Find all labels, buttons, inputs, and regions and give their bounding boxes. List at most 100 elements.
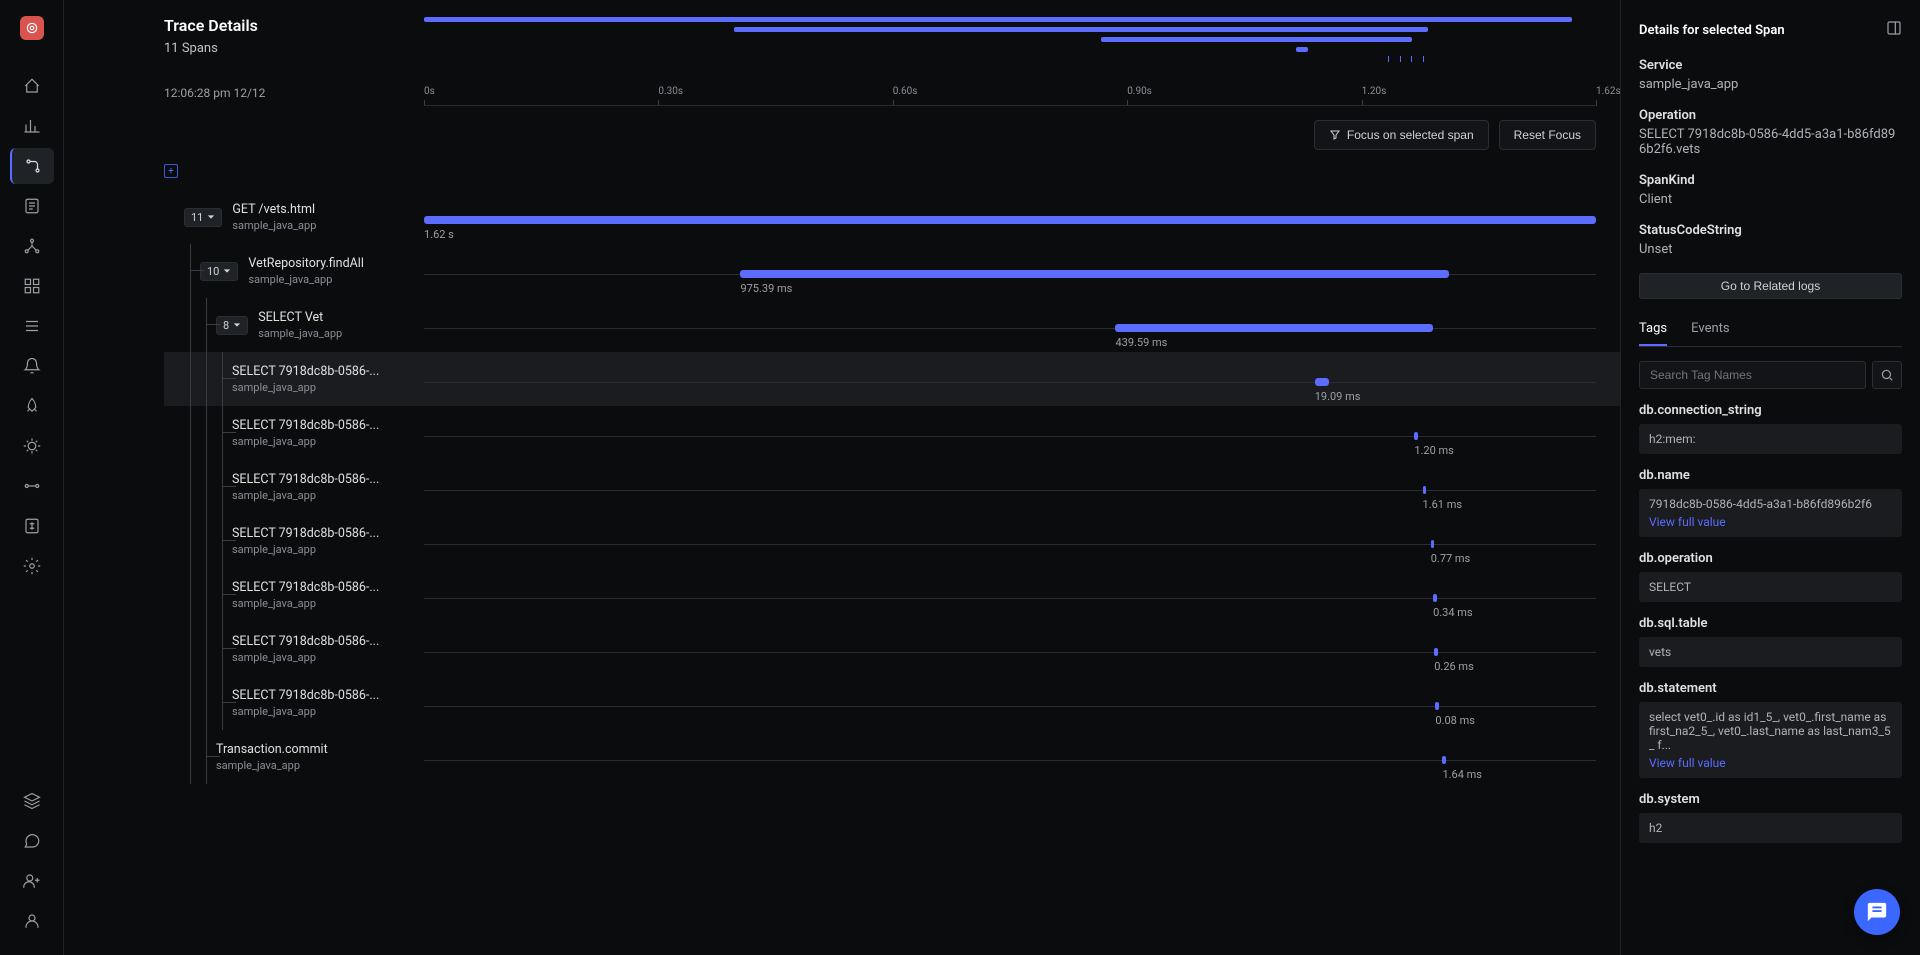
tag-key: db.sql.table <box>1639 616 1902 631</box>
nav-chat-icon[interactable] <box>10 823 54 859</box>
tag-key: db.connection_string <box>1639 403 1902 418</box>
span-duration: 1.62 s <box>424 228 454 241</box>
ruler-tick: 0.90s <box>1127 86 1152 97</box>
operation-label: Operation <box>1639 108 1902 123</box>
span-bar[interactable] <box>1414 432 1418 440</box>
tab-events[interactable]: Events <box>1691 313 1729 346</box>
span-row[interactable]: SELECT 7918dc8b-0586-... sample_java_app 0… <box>164 622 1620 676</box>
ruler-tick: 1.62s <box>1596 86 1620 97</box>
span-duration: 0.26 ms <box>1434 660 1474 673</box>
span-service: sample_java_app <box>232 705 379 718</box>
tag-value: h2 <box>1639 813 1902 843</box>
span-row[interactable]: 10 VetRepository.findAllsample_java_app9… <box>164 244 1620 298</box>
focus-span-button[interactable]: Focus on selected span <box>1314 120 1489 150</box>
tag-key: db.name <box>1639 468 1902 483</box>
span-duration: 0.08 ms <box>1435 714 1475 727</box>
span-bar[interactable] <box>1433 594 1437 602</box>
span-row[interactable]: SELECT 7918dc8b-0586-...sample_java_app0… <box>164 514 1620 568</box>
span-bar[interactable] <box>424 216 1596 224</box>
span-bar[interactable] <box>1423 486 1427 494</box>
nav-user-icon[interactable] <box>10 903 54 939</box>
spankind-label: SpanKind <box>1639 173 1902 188</box>
span-service: sample_java_app <box>232 435 379 448</box>
sidebar <box>0 0 64 955</box>
span-bar[interactable] <box>1315 378 1329 386</box>
span-bar[interactable] <box>1435 702 1439 710</box>
span-bar[interactable] <box>740 270 1449 278</box>
nav-services-icon[interactable] <box>10 228 54 264</box>
span-tree: + 11 GET /vets.htmlsample_java_app1.62 s… <box>64 164 1620 955</box>
trace-header: Trace Details 11 Spans <box>64 0 1620 66</box>
nav-traces-icon[interactable] <box>10 148 54 184</box>
timeline-ruler: 12:06:28 pm 12/12 0s0.30s0.60s0.90s1.20s… <box>64 66 1620 106</box>
nav-settings-icon[interactable] <box>10 548 54 584</box>
reset-focus-button[interactable]: Reset Focus <box>1499 120 1596 150</box>
nav-alerts-icon[interactable] <box>10 348 54 384</box>
span-row[interactable]: SELECT 7918dc8b-0586-...sample_java_app0… <box>164 568 1620 622</box>
ruler-tick: 0.60s <box>893 86 918 97</box>
nav-dashboards-icon[interactable] <box>10 268 54 304</box>
app-logo[interactable] <box>20 16 44 40</box>
span-count-badge[interactable]: 8 <box>216 316 248 335</box>
tag-value: SELECT <box>1639 572 1902 602</box>
span-service: sample_java_app <box>248 273 364 286</box>
tab-tags[interactable]: Tags <box>1639 313 1667 346</box>
span-duration: 1.20 ms <box>1414 444 1454 457</box>
nav-metrics-icon[interactable] <box>10 108 54 144</box>
trace-overview <box>424 16 1596 66</box>
span-bar[interactable] <box>1442 756 1446 764</box>
tag-value: 7918dc8b-0586-4dd5-a3a1-b86fd896b2f6View… <box>1639 489 1902 537</box>
nav-invite-icon[interactable] <box>10 863 54 899</box>
nav-logs-icon[interactable] <box>10 188 54 224</box>
span-name: SELECT 7918dc8b-0586-... <box>232 688 379 703</box>
span-duration: 0.77 ms <box>1431 552 1471 565</box>
span-name: SELECT 7918dc8b-0586-... <box>232 472 379 487</box>
span-service: sample_java_app <box>232 219 316 232</box>
span-bar[interactable] <box>1431 540 1435 548</box>
tag-key: db.statement <box>1639 681 1902 696</box>
span-duration: 439.59 ms <box>1115 336 1167 349</box>
panel-collapse-icon[interactable] <box>1886 20 1902 40</box>
span-service: sample_java_app <box>258 327 342 340</box>
span-name: SELECT Vet <box>258 310 342 325</box>
ruler-tick: 0s <box>424 86 435 97</box>
tag-value: vets <box>1639 637 1902 667</box>
expand-all-button[interactable]: + <box>164 164 178 178</box>
tag-search-input[interactable] <box>1639 361 1866 389</box>
span-name: SELECT 7918dc8b-0586-... <box>232 418 379 433</box>
span-service: sample_java_app <box>232 381 379 394</box>
span-bar[interactable] <box>1434 648 1438 656</box>
tag-value: h2:mem: <box>1639 424 1902 454</box>
view-full-value-link[interactable]: View full value <box>1649 756 1726 770</box>
span-count-badge[interactable]: 10 <box>200 262 238 281</box>
span-row[interactable]: 11 GET /vets.htmlsample_java_app1.62 s <box>164 190 1620 244</box>
nav-layers-icon[interactable] <box>10 783 54 819</box>
span-row[interactable]: SELECT 7918dc8b-0586-...sample_java_app1… <box>164 460 1620 514</box>
status-label: StatusCodeString <box>1639 223 1902 238</box>
span-duration: 1.61 ms <box>1423 498 1463 511</box>
nav-bug-icon[interactable] <box>10 428 54 464</box>
nav-list-icon[interactable] <box>10 308 54 344</box>
related-logs-button[interactable]: Go to Related logs <box>1639 273 1902 299</box>
span-duration: 975.39 ms <box>740 282 792 295</box>
span-row[interactable]: SELECT 7918dc8b-0586-... sample_java_app 0… <box>164 676 1620 730</box>
span-count-badge[interactable]: 11 <box>184 208 222 227</box>
nav-pipeline-icon[interactable] <box>10 468 54 504</box>
span-service: sample_java_app <box>232 651 379 664</box>
nav-billing-icon[interactable] <box>10 508 54 544</box>
span-row[interactable]: SELECT 7918dc8b-0586-... sample_java_app 1… <box>164 406 1620 460</box>
span-bar[interactable] <box>1115 324 1433 332</box>
view-full-value-link[interactable]: View full value <box>1649 515 1726 529</box>
nav-rocket-icon[interactable] <box>10 388 54 424</box>
trace-toolbar: Focus on selected span Reset Focus <box>64 106 1620 164</box>
tag-key: db.system <box>1639 792 1902 807</box>
span-row[interactable]: Transaction.commitsample_java_app1.64 ms <box>164 730 1620 784</box>
details-title: Details for selected Span <box>1639 23 1785 38</box>
tag-search-button[interactable] <box>1872 361 1902 389</box>
intercom-chat-button[interactable] <box>1854 889 1900 935</box>
span-name: SELECT 7918dc8b-0586-... <box>232 634 379 649</box>
span-row[interactable]: SELECT 7918dc8b-0586-...sample_java_app1… <box>164 352 1620 406</box>
span-row[interactable]: 8 SELECT Vet sample_java_app 439.59 ms <box>164 298 1620 352</box>
nav-home-icon[interactable] <box>10 68 54 104</box>
ruler-tick: 1.20s <box>1362 86 1387 97</box>
